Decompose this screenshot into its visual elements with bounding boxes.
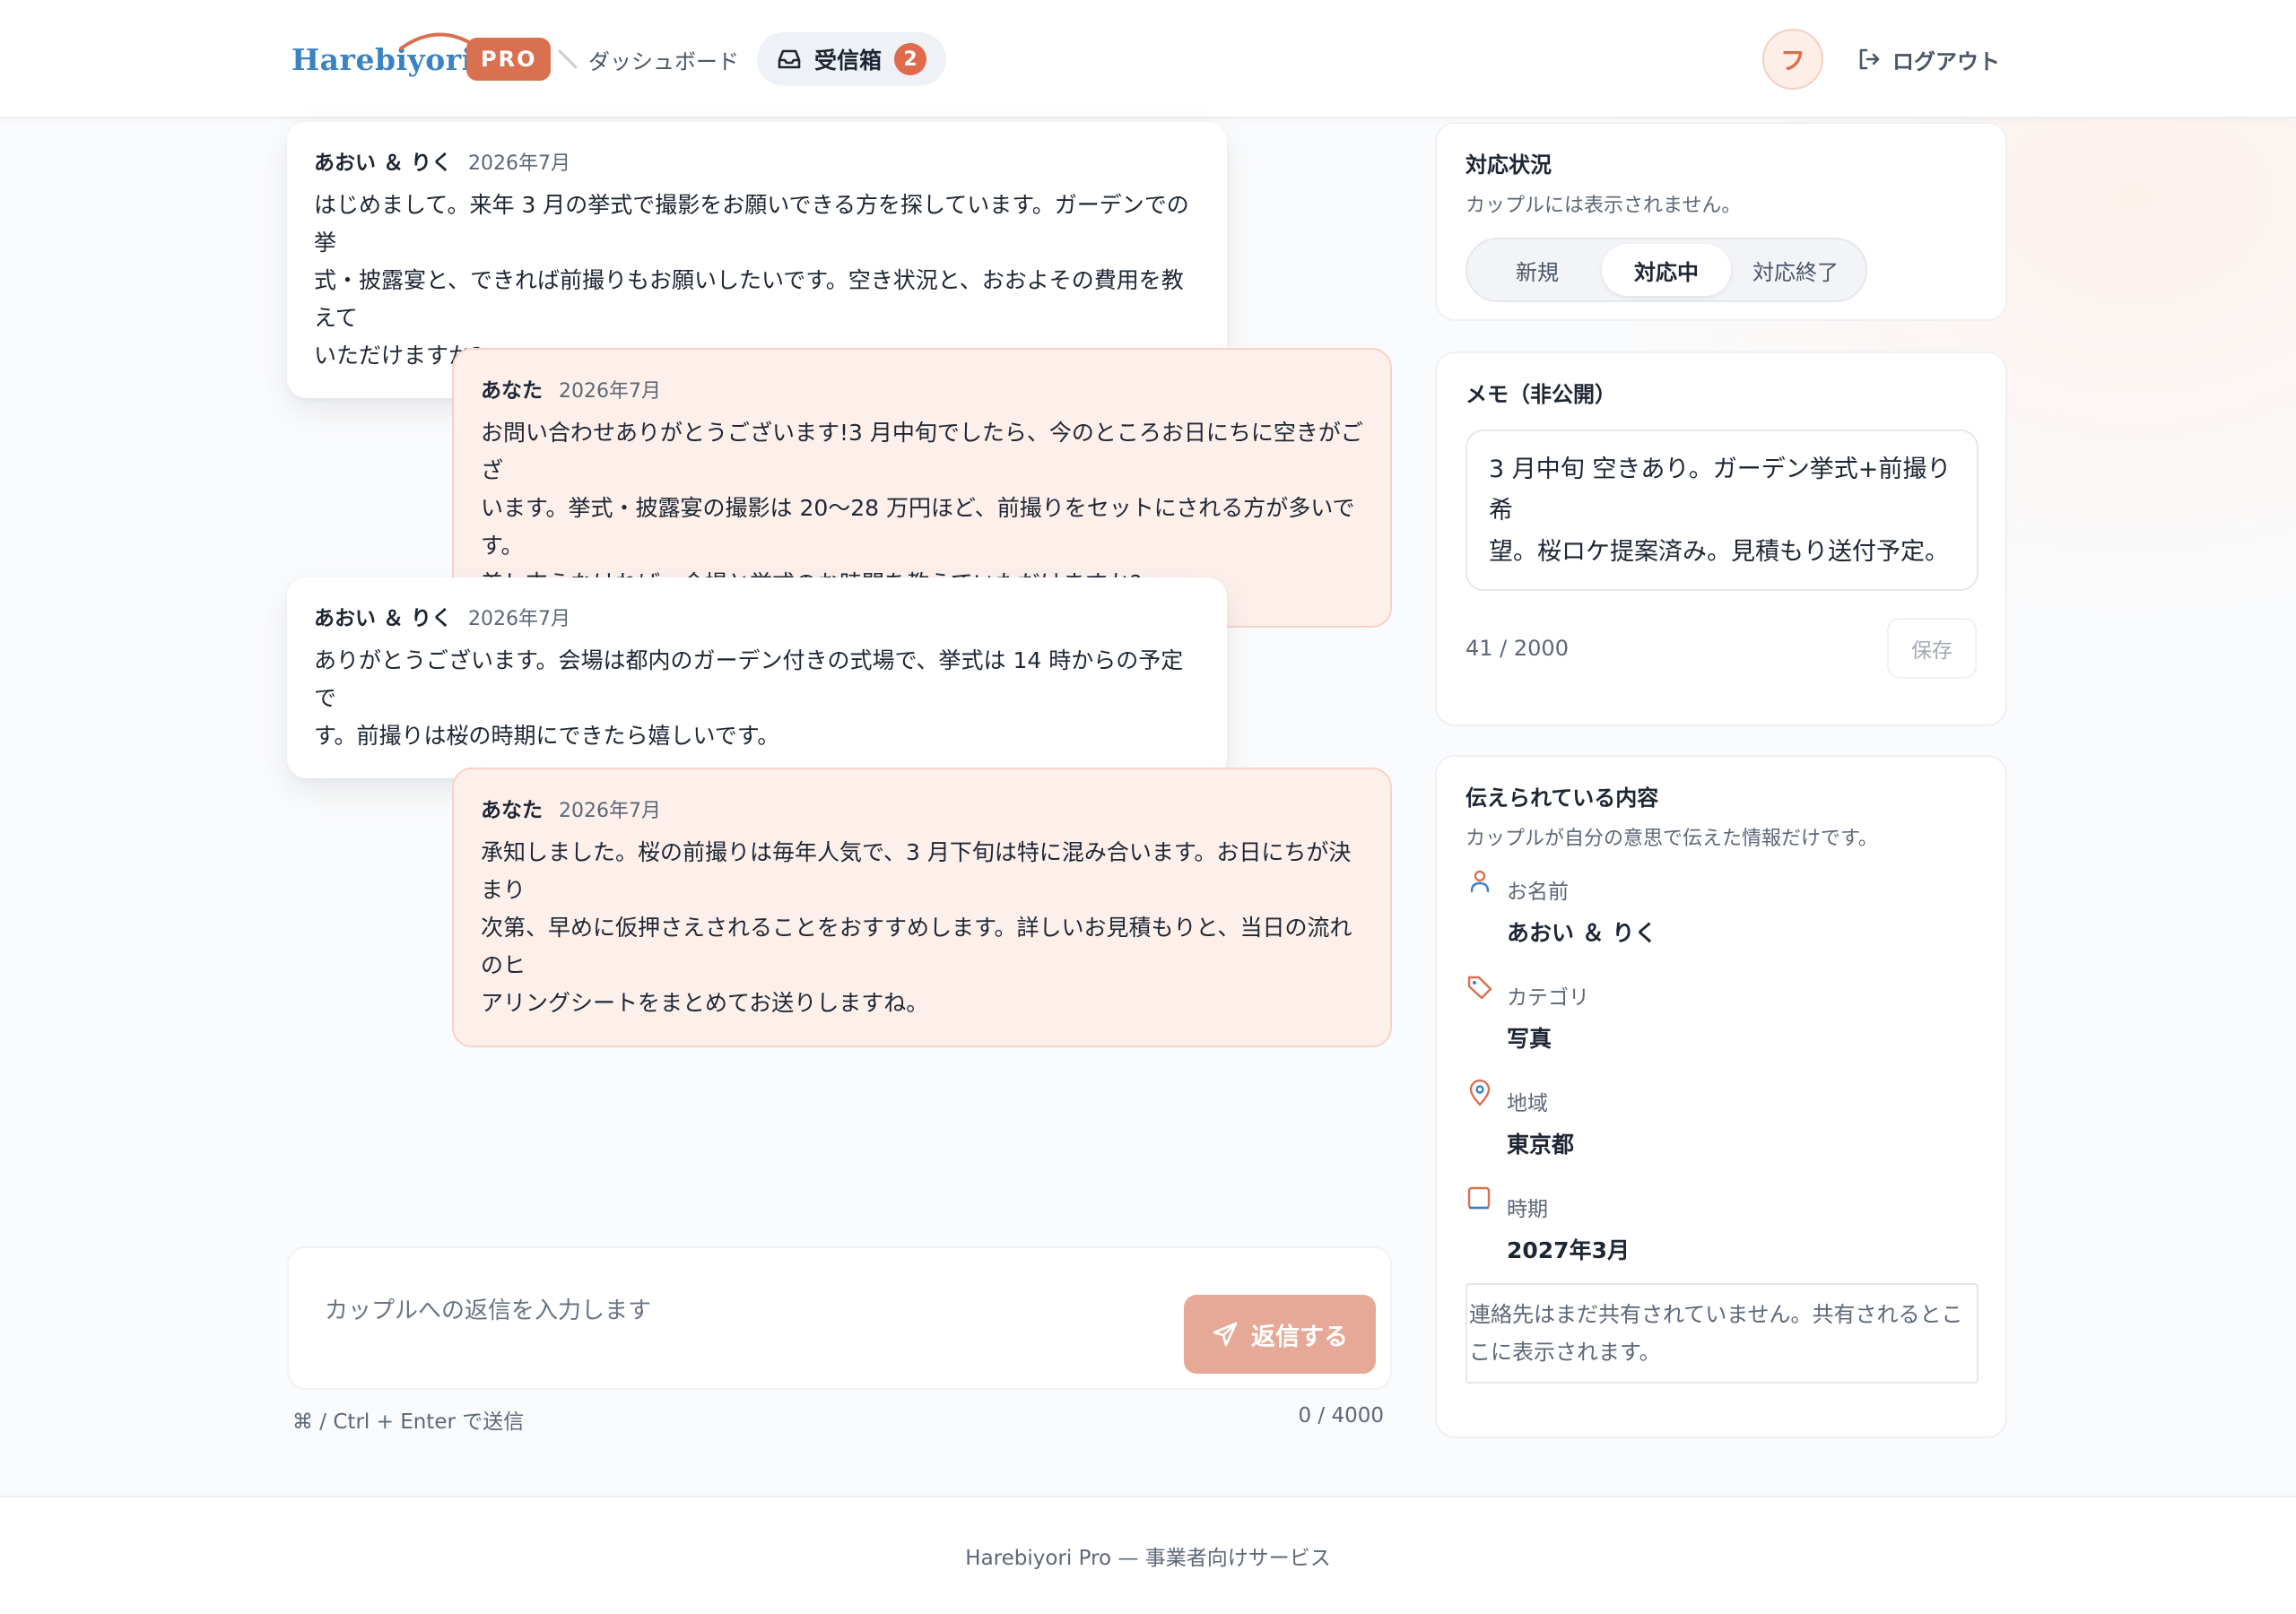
memo-save-button[interactable]: 保存 [1887, 618, 1977, 679]
shared-info-subtitle: カップルが自分の意思で伝えた情報だけです。 [1465, 828, 1878, 850]
logout-icon [1859, 48, 1880, 70]
nav-inbox-label: 受信箱 [814, 48, 883, 74]
contact-not-shared-note: 連絡先はまだ共有されていません。共有されるとこ こに表示されます。 [1465, 1283, 1979, 1384]
memo-char-counter: 41 / 2000 [1465, 636, 1569, 661]
message-date: 2026年7月 [559, 800, 661, 822]
info-label: お名前 [1507, 881, 1569, 904]
person-icon [1470, 870, 1490, 893]
info-value: あおい ＆ りく [1507, 920, 1657, 946]
message-sender: あなた [481, 799, 543, 822]
send-icon [1213, 1322, 1238, 1347]
info-item-name: お名前 あおい ＆ りく [1465, 867, 1977, 948]
calendar-icon [1467, 1186, 1491, 1210]
info-label: 時期 [1507, 1198, 1548, 1221]
status-option-in-progress[interactable]: 対応中 [1602, 244, 1731, 296]
send-reply-label: 返信する [1251, 1323, 1348, 1351]
info-item-category: カテゴリ 写真 [1465, 973, 1977, 1054]
wand-icon [558, 49, 578, 69]
message-text: ありがとうございます。会場は都内のガーデン付きの式場で、挙式は 14 時からの予… [314, 647, 1184, 749]
inbox-count-badge: 2 [894, 43, 927, 75]
status-card: 対応状況 カップルには表示されません。 新規 対応中 対応終了 [1435, 122, 2007, 321]
message-date: 2026年7月 [468, 608, 571, 630]
status-option-new[interactable]: 新規 [1473, 244, 1602, 296]
logo[interactable]: Harebiyori [291, 30, 480, 88]
reply-char-counter: 0 / 4000 [1298, 1404, 1384, 1427]
nav-inbox[interactable]: 受信箱 2 [757, 32, 947, 86]
shared-info-card: 伝えられている内容 カップルが自分の意思で伝えた情報だけです。 お名前 あおい … [1435, 755, 2007, 1438]
status-segmented-control: 新規 対応中 対応終了 [1465, 238, 1867, 302]
info-label: カテゴリ [1507, 986, 1589, 1010]
send-reply-button[interactable]: 返信する [1184, 1295, 1376, 1374]
status-subtitle: カップルには表示されません。 [1465, 195, 1742, 217]
top-header: Harebiyori PRO ダッシュボード 受信箱 2 フ ログアウト [0, 0, 2296, 118]
info-value: 2027年3月 [1507, 1237, 1630, 1263]
inbox-icon [778, 49, 801, 69]
info-label: 地域 [1507, 1092, 1548, 1115]
info-value: 写真 [1507, 1026, 1552, 1052]
message-text: はじめまして。来年 3 月の挙式で撮影をお願いできる方を探しています。ガーデンで… [314, 192, 1189, 369]
message-date: 2026年7月 [559, 380, 661, 403]
message-text: お問い合わせありがとうございます!3 月中旬でしたら、今のところお日にちに空きが… [481, 420, 1363, 596]
status-option-closed[interactable]: 対応終了 [1731, 244, 1860, 296]
logout-label: ログアウト [1892, 48, 2000, 74]
message-bubble: あおい ＆ りく 2026年7月 ありがとうございます。会場は都内のガーデン付き… [287, 577, 1227, 778]
message-sender: あなた [481, 379, 543, 403]
pro-badge: PRO [466, 38, 552, 81]
memo-card: メモ（非公開） 3 月中旬 空きあり。ガーデン挙式+前撮り希 望。桜ロケ提案済み… [1435, 351, 2007, 726]
avatar[interactable]: フ [1762, 29, 1823, 90]
reply-composer: 返信する [287, 1246, 1392, 1390]
memo-title: メモ（非公開） [1465, 382, 1616, 407]
footer-text: Harebiyori Pro — 事業者向けサービス [965, 1547, 1331, 1570]
message-date: 2026年7月 [468, 152, 571, 175]
tag-icon [1467, 976, 1492, 1000]
message-sender: あおい ＆ りく [314, 152, 453, 175]
nav-dashboard[interactable]: ダッシュボード [556, 39, 739, 79]
map-pin-icon [1469, 1079, 1491, 1106]
memo-textarea[interactable]: 3 月中旬 空きあり。ガーデン挙式+前撮り希 望。桜ロケ提案済み。見積もり送付予… [1465, 430, 1979, 591]
info-value: 東京都 [1507, 1132, 1575, 1158]
nav-dashboard-label: ダッシュボード [588, 48, 739, 74]
logout-button[interactable]: ログアウト [1857, 39, 2000, 79]
info-item-region: 地域 東京都 [1465, 1079, 1977, 1159]
reply-input[interactable] [325, 1284, 1132, 1338]
send-shortcut-hint: ⌘ / Ctrl + Enter で送信 [292, 1410, 525, 1434]
page-footer: Harebiyori Pro — 事業者向けサービス [0, 1496, 2296, 1614]
message-sender: あおい ＆ りく [314, 607, 453, 630]
status-title: 対応状況 [1465, 152, 1552, 178]
shared-info-title: 伝えられている内容 [1465, 785, 1659, 811]
message-text: 承知しました。桜の前撮りは毎年人気で、3 月下旬は特に混み合います。お日にちが決… [481, 839, 1352, 1016]
info-item-timing: 時期 2027年3月 [1465, 1184, 1977, 1265]
message-bubble: あなた 2026年7月 承知しました。桜の前撮りは毎年人気で、3 月下旬は特に混… [452, 768, 1392, 1047]
